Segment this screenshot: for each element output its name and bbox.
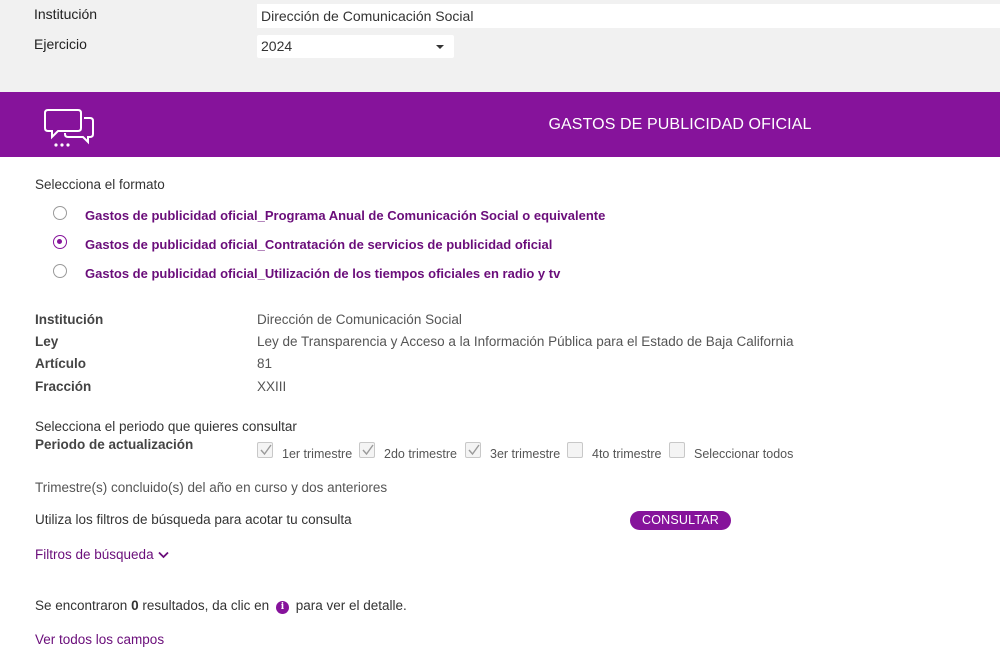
- checkmark-icon: [362, 444, 374, 456]
- select-all-checkbox[interactable]: [669, 442, 685, 458]
- search-hint: Utiliza los filtros de búsqueda para aco…: [35, 512, 352, 527]
- caret-down-icon: [436, 45, 444, 49]
- period-option-4-label[interactable]: 4to trimestre: [592, 447, 661, 461]
- checkmark-icon: [260, 444, 272, 456]
- institution-label: Institución: [34, 6, 98, 22]
- detail-key-institucion: Institución: [35, 312, 104, 327]
- detail-key-ley: Ley: [35, 334, 59, 349]
- year-select-value: 2024: [261, 38, 293, 54]
- results-prefix: Se encontraron: [35, 598, 128, 613]
- institution-field[interactable]: Dirección de Comunicación Social: [257, 4, 1000, 28]
- period-checkbox-3[interactable]: [465, 442, 481, 458]
- year-label: Ejercicio: [34, 36, 87, 52]
- period-option-1-label[interactable]: 1er trimestre: [282, 447, 352, 461]
- info-icon: i: [275, 601, 289, 614]
- chat-bubbles-icon: [44, 109, 94, 147]
- format-prompt: Selecciona el formato: [35, 177, 165, 192]
- detail-value-ley: Ley de Transparencia y Acceso a la Infor…: [257, 334, 794, 349]
- view-all-fields-link[interactable]: Ver todos los campos: [35, 632, 164, 647]
- period-prompt: Selecciona el periodo que quieres consul…: [35, 419, 297, 434]
- period-option-2-label[interactable]: 2do trimestre: [384, 447, 457, 461]
- format-option-2-label[interactable]: Gastos de publicidad oficial_Contratació…: [85, 237, 552, 252]
- format-radio-1[interactable]: [53, 206, 67, 220]
- filter-panel: Institución Dirección de Comunicación So…: [0, 0, 1000, 92]
- format-option-1-label[interactable]: Gastos de publicidad oficial_Programa An…: [85, 208, 605, 223]
- search-filters-label: Filtros de búsqueda: [35, 547, 154, 562]
- period-checkbox-2[interactable]: [359, 442, 375, 458]
- results-summary: Se encontraron 0 resultados, da clic en …: [35, 598, 407, 614]
- page-title: GASTOS DE PUBLICIDAD OFICIAL: [548, 116, 812, 133]
- checkmark-icon: [468, 444, 480, 456]
- consult-button[interactable]: CONSULTAR: [630, 511, 731, 530]
- results-suffix: para ver el detalle.: [295, 598, 407, 613]
- results-count: 0: [131, 598, 139, 613]
- search-filters-toggle[interactable]: Filtros de búsqueda: [35, 547, 169, 562]
- format-option-3-label[interactable]: Gastos de publicidad oficial_Utilización…: [85, 266, 560, 281]
- period-option-3-label[interactable]: 3er trimestre: [490, 447, 560, 461]
- period-checkbox-1[interactable]: [257, 442, 273, 458]
- year-select[interactable]: 2024: [257, 35, 454, 58]
- select-all-label[interactable]: Seleccionar todos: [694, 447, 793, 461]
- detail-value-institucion: Dirección de Comunicación Social: [257, 312, 462, 327]
- results-middle: resultados, da clic en: [142, 598, 270, 613]
- period-checkbox-4[interactable]: [567, 442, 583, 458]
- chevron-down-icon: [157, 552, 169, 559]
- period-note: Trimestre(s) concluido(s) del año en cur…: [35, 480, 388, 495]
- section-banner: GASTOS DE PUBLICIDAD OFICIAL: [0, 92, 1000, 157]
- detail-key-articulo: Artículo: [35, 356, 87, 371]
- detail-key-fraccion: Fracción: [35, 379, 92, 394]
- format-radio-3[interactable]: [53, 264, 67, 278]
- detail-value-articulo: 81: [257, 356, 273, 371]
- format-radio-2[interactable]: [53, 235, 67, 249]
- period-label: Periodo de actualización: [35, 437, 194, 452]
- detail-value-fraccion: XXIII: [257, 379, 287, 394]
